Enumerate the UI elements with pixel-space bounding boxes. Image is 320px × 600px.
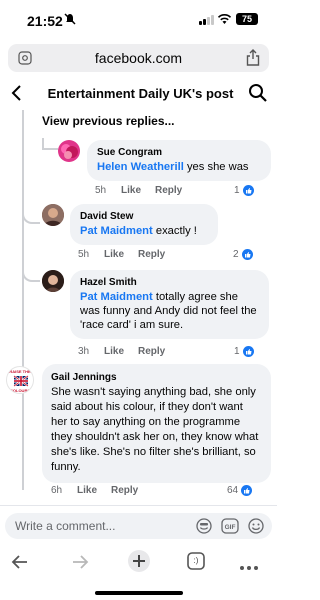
reaction-number: 1	[234, 346, 240, 357]
comment-bubble: Sue Congram Helen Weatherill yes she was	[87, 140, 271, 181]
comment-body: yes she was	[183, 161, 249, 173]
comment-composer[interactable]: Write a comment... GIF	[5, 513, 272, 539]
post-header: Entertainment Daily UK's post	[0, 80, 277, 110]
like-button[interactable]: Like	[104, 346, 124, 357]
avatar[interactable]	[58, 140, 80, 162]
browser-toolbar: :)	[0, 546, 277, 586]
comment-bubble: Hazel Smith Pat Maidment totally agree s…	[70, 270, 269, 339]
reaction-number: 1	[234, 185, 240, 196]
avatar-label-bottom: COLOURS	[10, 388, 30, 393]
comment-time: 3h	[78, 346, 90, 357]
comment-author[interactable]: Sue Congram	[97, 147, 261, 158]
comment-text: Pat Maidment exactly !	[80, 224, 208, 238]
reaction-count[interactable]: 2	[233, 249, 253, 260]
emoji-icon[interactable]	[247, 517, 265, 540]
page-title: Entertainment Daily UK's post	[47, 86, 234, 101]
thread-line	[22, 110, 24, 490]
tabs-count: :)	[193, 556, 199, 565]
sticker-icon[interactable]	[195, 517, 213, 540]
comment-author[interactable]: Gail Jennings	[51, 372, 262, 383]
thread-branch	[22, 270, 40, 282]
comment-author[interactable]: David Stew	[80, 211, 208, 222]
gif-icon[interactable]: GIF	[221, 518, 239, 539]
silent-mode-icon	[64, 13, 76, 28]
comment-input-placeholder[interactable]: Write a comment...	[15, 519, 115, 533]
url-text[interactable]: facebook.com	[8, 50, 269, 66]
new-tab-icon[interactable]	[127, 549, 151, 578]
search-icon[interactable]	[248, 83, 268, 108]
back-arrow-icon[interactable]	[10, 552, 30, 577]
avatar[interactable]: RAISE THE COLOURS	[6, 366, 34, 394]
like-reaction-icon	[241, 249, 253, 260]
like-button[interactable]: Like	[77, 485, 97, 496]
reaction-count[interactable]: 1	[234, 346, 254, 357]
svg-text:GIF: GIF	[225, 524, 236, 531]
battery-icon: 75	[236, 13, 258, 25]
cellular-signal-icon	[199, 15, 214, 25]
reaction-number: 64	[227, 485, 239, 496]
view-previous-replies-link[interactable]: View previous replies...	[42, 114, 175, 128]
comment-time: 6h	[51, 485, 63, 496]
reaction-count[interactable]: 64	[227, 485, 253, 496]
like-button[interactable]: Like	[121, 185, 141, 196]
tabs-icon[interactable]: :)	[186, 551, 206, 576]
reaction-count[interactable]: 1	[234, 185, 254, 196]
share-icon[interactable]	[246, 49, 260, 71]
like-reaction-icon	[242, 185, 254, 196]
thread-branch	[42, 148, 58, 150]
status-time: 21:52	[27, 13, 63, 29]
avatar[interactable]	[42, 204, 64, 226]
mention-link[interactable]: Pat Maidment	[80, 225, 153, 237]
comment-bubble: David Stew Pat Maidment exactly !	[70, 204, 218, 245]
more-icon[interactable]	[239, 558, 259, 576]
comment-text: Pat Maidment totally agree she was funny…	[80, 290, 259, 332]
comment-actions: 3h Like Reply	[78, 346, 179, 357]
comment-author[interactable]: Hazel Smith	[80, 277, 259, 288]
reply-button[interactable]: Reply	[138, 249, 165, 260]
like-button[interactable]: Like	[104, 249, 124, 260]
reply-button[interactable]: Reply	[155, 185, 182, 196]
comment-time: 5h	[95, 185, 107, 196]
divider	[0, 505, 277, 506]
comment-actions: 5h Like Reply	[78, 249, 179, 260]
comment-text: She wasn't saying anything bad, she only…	[51, 385, 262, 475]
wifi-icon	[217, 12, 232, 30]
like-reaction-icon	[242, 346, 254, 357]
comment-actions: 5h Like Reply	[95, 185, 196, 196]
comment-text: Helen Weatherill yes she was	[97, 160, 261, 174]
like-reaction-icon	[241, 485, 253, 496]
avatar[interactable]	[42, 270, 64, 292]
mention-link[interactable]: Helen Weatherill	[97, 161, 184, 173]
reply-button[interactable]: Reply	[111, 485, 138, 496]
mention-link[interactable]: Pat Maidment	[80, 291, 153, 303]
comment-body: exactly !	[152, 225, 197, 237]
status-bar: 21:52 75	[0, 0, 277, 38]
reply-button[interactable]: Reply	[138, 346, 165, 357]
home-indicator	[95, 591, 183, 595]
reaction-number: 2	[233, 249, 239, 260]
avatar-label-top: RAISE THE	[9, 369, 31, 374]
comment-body: She wasn't saying anything bad, she only…	[51, 386, 259, 473]
thread-branch	[22, 212, 40, 224]
comment-actions: 6h Like Reply	[51, 485, 152, 496]
forward-arrow-icon[interactable]	[70, 552, 90, 577]
comment-time: 5h	[78, 249, 90, 260]
comment-bubble: Gail Jennings She wasn't saying anything…	[42, 364, 271, 483]
address-bar[interactable]: facebook.com	[8, 44, 269, 72]
